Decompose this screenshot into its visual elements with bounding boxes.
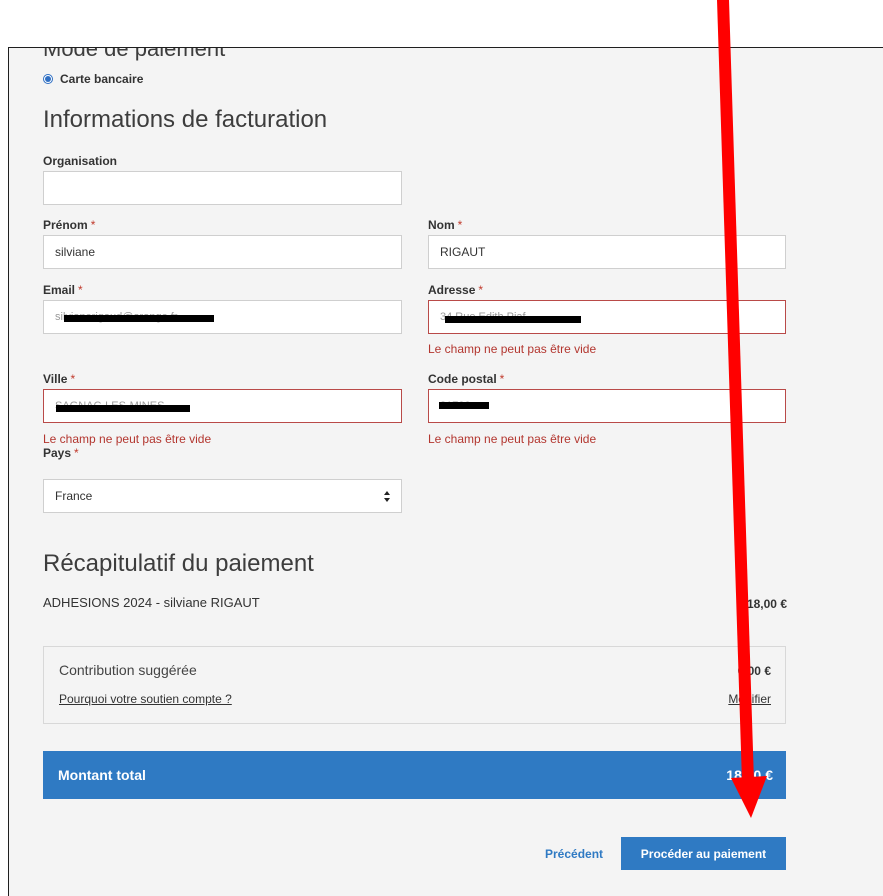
adresse-error: Le champ ne peut pas être vide [428, 342, 597, 356]
adresse-input[interactable]: 34 Rue Edith Piaf [428, 300, 786, 334]
contribution-label: Contribution suggérée [59, 662, 197, 678]
select-updown-icon [383, 491, 391, 503]
nom-input[interactable]: RIGAUT [428, 235, 786, 269]
code-postal-label: Code postal * [428, 372, 505, 386]
email-input[interactable]: silvianerigaud@orange.fr [43, 300, 402, 334]
payment-mode-heading: Mode de paiement [43, 47, 226, 61]
prenom-label: Prénom * [43, 218, 96, 232]
email-label: Email * [43, 283, 83, 297]
previous-button[interactable]: Précédent [545, 847, 603, 861]
line-item-price: 18,00 € [746, 597, 787, 611]
radio-selected-icon[interactable] [43, 74, 53, 84]
payment-option-card[interactable]: Carte bancaire [43, 72, 143, 86]
payment-option-label: Carte bancaire [60, 72, 144, 86]
ville-label: Ville * [43, 372, 76, 386]
total-bar: Montant total 18,00 € [43, 751, 786, 799]
pay-button[interactable]: Procéder au paiement [621, 837, 786, 870]
modify-link[interactable]: Modifier [728, 692, 771, 706]
total-value: 18,00 € [726, 767, 773, 783]
why-support-link[interactable]: Pourquoi votre soutien compte ? [59, 692, 232, 706]
adresse-label: Adresse * [428, 283, 484, 297]
redaction-mark [439, 402, 489, 409]
billing-heading: Informations de facturation [43, 106, 328, 133]
nom-label: Nom * [428, 218, 463, 232]
pays-select[interactable]: France [43, 479, 402, 513]
redaction-mark [64, 315, 214, 322]
redaction-mark [56, 405, 190, 412]
contribution-price: 0,00 € [737, 664, 771, 678]
ville-error: Le champ ne peut pas être vide [43, 432, 212, 446]
line-item-label: ADHESIONS 2024 - silviane RIGAUT [43, 595, 260, 610]
ville-input[interactable]: SAGNAC-LES-MINES [43, 389, 402, 423]
organisation-label: Organisation [43, 154, 118, 168]
organisation-input[interactable] [43, 171, 402, 205]
payment-form-panel: Mode de paiement Carte bancaire Informat… [8, 47, 883, 896]
summary-heading: Récapitulatif du paiement [43, 550, 314, 577]
prenom-input[interactable]: silviane [43, 235, 402, 269]
code-postal-error: Le champ ne peut pas être vide [428, 432, 597, 446]
total-label: Montant total [58, 767, 146, 783]
pays-label: Pays * [43, 446, 79, 460]
redaction-mark [445, 316, 581, 323]
contribution-box: Contribution suggérée 0,00 € Pourquoi vo… [43, 646, 786, 724]
code-postal-input[interactable]: 31700 [428, 389, 786, 423]
